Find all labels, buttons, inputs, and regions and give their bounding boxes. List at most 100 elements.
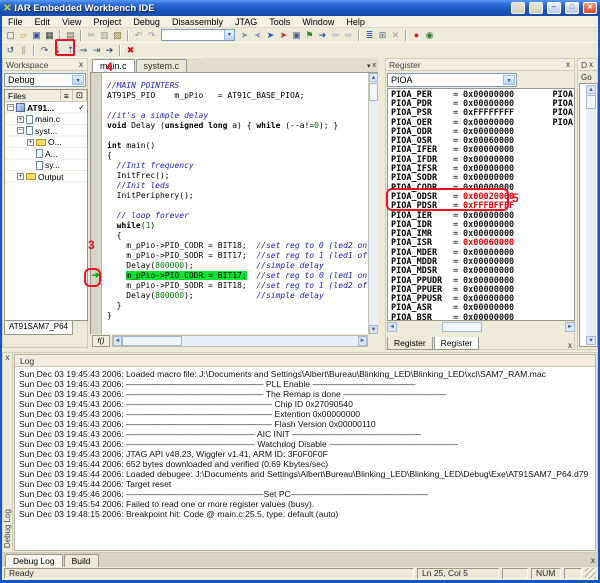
expand-icon[interactable]: + <box>27 139 34 146</box>
register-row-pioa-ifsr[interactable]: PIOA_IFSR=0x00000000 <box>388 164 574 173</box>
navigate-backward-button[interactable]: ⇦ <box>329 29 342 42</box>
tree-item-main-c[interactable]: +main.c <box>5 114 87 126</box>
menu-item-view[interactable]: View <box>56 17 87 27</box>
register-row-pioa-imr[interactable]: PIOA_IMR=0x00000000 <box>388 229 574 238</box>
code-line[interactable]: AT91PS_PIO m_pPio = AT91C_BASE_PIOA; <box>107 91 368 101</box>
register-row-pioa-ier[interactable]: PIOA_IER=0x00000000 <box>388 211 574 220</box>
files-column-icon-1[interactable]: ≡ <box>61 90 73 101</box>
cut-button[interactable]: ✂ <box>85 29 98 42</box>
code-line[interactable]: void Delay (unsigned long a) { while (--… <box>107 121 368 131</box>
code-line[interactable]: int main() <box>107 141 368 151</box>
scrollbar-thumb[interactable] <box>122 336 182 346</box>
code-line[interactable]: //Init frequency <box>107 161 368 171</box>
code-line[interactable]: // loop forever <box>107 211 368 221</box>
tab-build[interactable]: Build <box>64 554 99 567</box>
code-line[interactable]: m_pPio->PIO_CODR = BIT18; //set reg to 0… <box>107 241 368 251</box>
editor-horizontal-scrollbar[interactable]: ◄ ► <box>112 335 368 347</box>
new-document-button[interactable]: ▢ <box>4 29 17 42</box>
register-row-pioa-codr[interactable]: PIOA_CODR=0x00000000 <box>388 183 574 192</box>
goto-button[interactable]: ▣ <box>290 29 303 42</box>
step-out-button[interactable]: ⇡ <box>64 44 77 57</box>
register-row-pioa-ppuer[interactable]: PIOA_PPUER=0x00000000 <box>388 285 574 294</box>
function-list-button[interactable]: f() <box>92 335 110 347</box>
scroll-right-icon[interactable]: ► <box>565 322 575 332</box>
collapse-icon[interactable]: − <box>7 104 14 111</box>
code-line[interactable]: //Init leds <box>107 181 368 191</box>
register-group-combobox[interactable]: PIOA ▾ <box>387 73 517 87</box>
replace-button[interactable]: ➤ <box>277 29 290 42</box>
maximize-button[interactable]: □ <box>565 2 579 14</box>
log-line[interactable]: Sun Dec 03 19:45:43 2006: ——————————————… <box>19 439 595 449</box>
register-row-pioa-psr[interactable]: PIOA_PSR=0xFFFFFFFFPIOA <box>388 109 574 118</box>
menu-item-window[interactable]: Window <box>296 17 340 27</box>
next-statement-button[interactable]: ⇒ <box>77 44 90 57</box>
tab-system-c[interactable]: system.c <box>136 59 188 72</box>
code-line[interactable]: m_pPio->PIO_SODR = BIT17; //set reg to 1… <box>107 251 368 261</box>
register-row-pioa-odsr[interactable]: PIOA_ODSR=0x00020000 <box>388 192 574 201</box>
chevron-down-icon[interactable]: ▾ <box>224 30 234 40</box>
code-line[interactable]: m_pPio->PIO_SODR = BIT18; //set reg to 1… <box>107 281 368 291</box>
bottom-tabbar-close-icon[interactable]: x <box>590 557 598 565</box>
code-line[interactable] <box>107 131 368 141</box>
register-row-pioa-ppudr[interactable]: PIOA_PPUDR=0x00000000 <box>388 276 574 285</box>
tab-register-2[interactable]: Register <box>434 337 480 350</box>
log-line[interactable]: Sun Dec 03 19:45:43 2006: ——————————————… <box>19 409 595 419</box>
scroll-up-icon[interactable]: ▲ <box>586 85 596 94</box>
workspace-config-combobox[interactable]: Debug ▾ <box>4 73 86 87</box>
resize-grip[interactable] <box>585 568 596 579</box>
undo-button[interactable]: ↶ <box>132 29 145 42</box>
expand-icon[interactable]: + <box>17 173 24 180</box>
scroll-right-icon[interactable]: ► <box>358 336 367 346</box>
find-in-files-button[interactable]: ➤ <box>264 29 277 42</box>
stop-build-button[interactable]: ✕ <box>389 29 402 42</box>
tree-item-o[interactable]: +O... <box>5 137 87 149</box>
menu-item-help[interactable]: Help <box>340 17 371 27</box>
code-lines[interactable]: //MAIN POINTERSAT91PS_PIO m_pPio = AT91C… <box>103 73 368 334</box>
code-area[interactable]: ➔ //MAIN POINTERSAT91PS_PIO m_pPio = AT9… <box>90 73 368 334</box>
menu-item-file[interactable]: File <box>2 17 29 27</box>
scroll-up-icon[interactable]: ▲ <box>369 73 378 82</box>
tree-item-syst[interactable]: −syst... <box>5 125 87 137</box>
menu-item-debug[interactable]: Debug <box>127 17 166 27</box>
editor-vertical-scrollbar[interactable]: ▲ ▼ <box>368 73 378 334</box>
register-row-pioa-bsr[interactable]: PIOA_BSR=0x00000000 <box>388 313 574 321</box>
tree-item-at91[interactable]: −AT91...✓ <box>5 102 87 114</box>
register-row-pioa-mddr[interactable]: PIOA_MDDR=0x00000000 <box>388 257 574 266</box>
reset-button[interactable]: ↺ <box>4 44 17 57</box>
toggle-breakpoint-button[interactable]: ● <box>410 29 423 42</box>
code-line[interactable] <box>107 101 368 111</box>
register-tabbar-close-icon[interactable]: x <box>567 342 573 350</box>
code-line[interactable]: { <box>107 151 368 161</box>
open-file-button[interactable]: ▱ <box>17 29 30 42</box>
make-button[interactable]: ⊞ <box>376 29 389 42</box>
tab-debug-log[interactable]: Debug Log <box>5 554 63 567</box>
scrollbar-thumb[interactable] <box>369 83 378 101</box>
scroll-down-icon[interactable]: ▼ <box>586 336 596 345</box>
titlebar-extra-button-2[interactable] <box>529 2 543 14</box>
scroll-left-icon[interactable]: ◄ <box>113 336 122 346</box>
close-button[interactable]: ✕ <box>583 2 597 14</box>
find-previous-button[interactable]: ➤ <box>251 29 264 42</box>
go-button[interactable]: ➔ <box>103 44 116 57</box>
log-line[interactable]: Sun Dec 03 19:45:43 2006: Loaded macro f… <box>19 369 595 379</box>
register-row-pioa-sodr[interactable]: PIOA_SODR=0x00000000 <box>388 174 574 183</box>
menu-item-jtag[interactable]: JTAG <box>229 17 263 27</box>
files-column-icon-2[interactable]: ⊡ <box>73 90 87 101</box>
register-horizontal-scrollbar[interactable]: ◄ ► <box>387 322 575 332</box>
navigate-forward-button[interactable]: ⇨ <box>342 29 355 42</box>
code-line[interactable]: //MAIN POINTERS <box>107 81 368 91</box>
stop-debugging-button[interactable]: ✖ <box>124 44 137 57</box>
register-row-pioa-oer[interactable]: PIOA_OER=0x00000000PIOA <box>388 118 574 127</box>
find-next-button[interactable]: ➤ <box>238 29 251 42</box>
log-line[interactable]: Sun Dec 03 19:45:46 2006: ——————————————… <box>19 489 595 499</box>
scroll-left-icon[interactable]: ◄ <box>387 322 397 332</box>
menu-item-edit[interactable]: Edit <box>29 17 57 27</box>
code-line[interactable]: while(1) <box>107 221 368 231</box>
register-row-pioa-pdsr[interactable]: PIOA_PDSR=0xFFFBFFFF <box>388 202 574 211</box>
register-row-pioa-pdr[interactable]: PIOA_PDR=0x00000000PIOA <box>388 99 574 108</box>
log-line[interactable]: Sun Dec 03 19:45:43 2006: ——————————————… <box>19 389 595 399</box>
run-to-cursor-button[interactable]: ⇥ <box>90 44 103 57</box>
chevron-down-icon[interactable]: ▾ <box>503 75 515 85</box>
tree-item-output[interactable]: +Output <box>5 171 87 183</box>
register-row-pioa-mder[interactable]: PIOA_MDER=0x00000000 <box>388 248 574 257</box>
